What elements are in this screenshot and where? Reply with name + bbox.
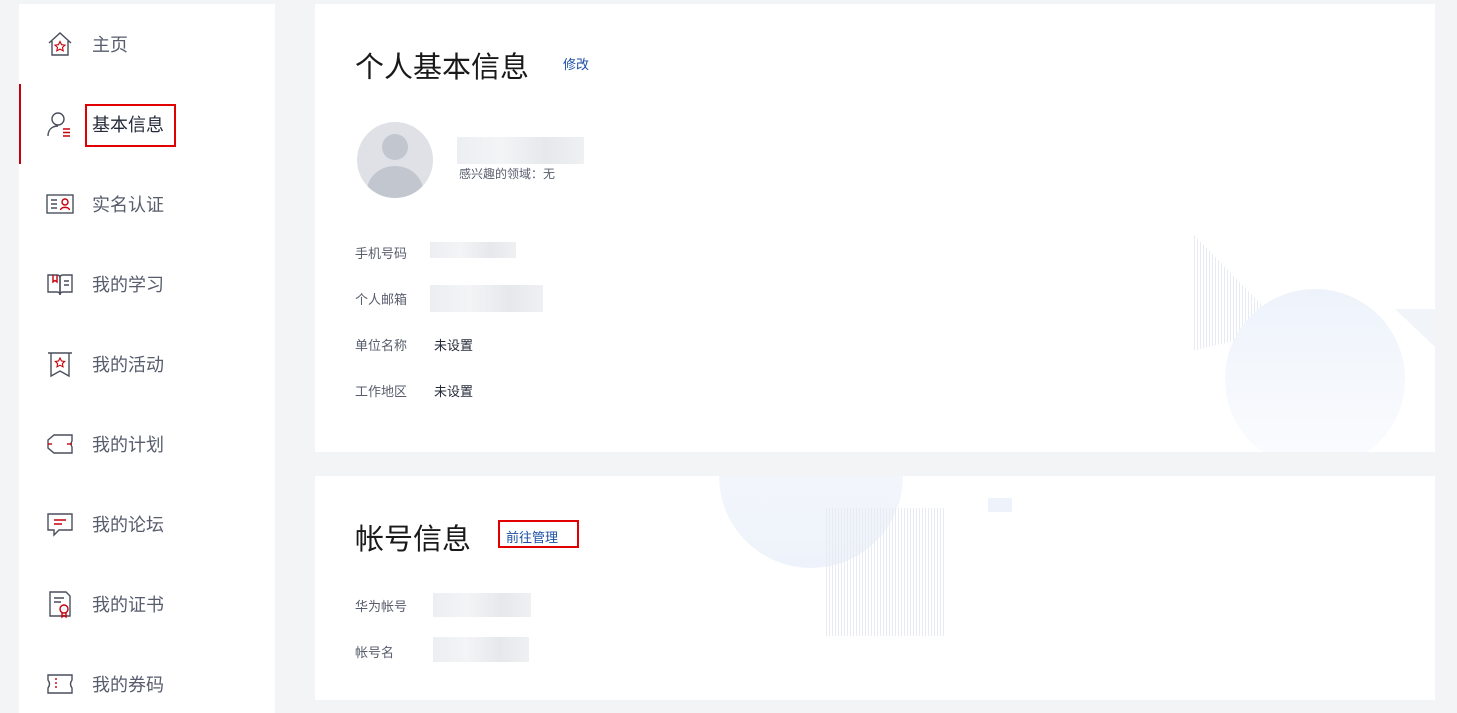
sidebar-item-label: 我的活动 (92, 355, 164, 376)
certificate-icon (45, 589, 75, 619)
account-card: 帐号信息 前往管理 华为帐号 帐号名 (315, 476, 1435, 700)
chat-bubble-icon (45, 509, 75, 539)
coupon-icon (45, 669, 75, 699)
organization-value: 未设置 (434, 339, 474, 354)
user-profile-icon (45, 109, 75, 139)
sidebar-item-basic-info[interactable]: 基本信息 (19, 84, 275, 164)
decorative-background (1192, 233, 1435, 452)
sidebar-item-learning[interactable]: 我的学习 (19, 244, 275, 324)
sidebar-item-plans[interactable]: 我的计划 (19, 404, 275, 484)
sidebar-item-verification[interactable]: 实名认证 (19, 164, 275, 244)
decorative-background (719, 476, 1012, 636)
page-title: 个人基本信息 (355, 50, 530, 84)
ticket-plan-icon (45, 429, 75, 459)
sidebar-item-coupons[interactable]: 我的券码 (19, 644, 275, 713)
highlight-box (85, 104, 176, 147)
edit-link[interactable]: 修改 (563, 54, 589, 73)
organization-label: 单位名称 (355, 339, 408, 354)
sidebar-item-label: 主页 (92, 35, 128, 56)
huawei-account-value-redacted (433, 593, 531, 617)
sidebar-item-label: 实名认证 (92, 195, 164, 216)
email-label: 个人邮箱 (355, 293, 408, 308)
home-star-icon (45, 29, 75, 59)
sidebar-item-home[interactable]: 主页 (19, 4, 275, 84)
highlight-box (498, 520, 579, 548)
account-name-value-redacted (433, 637, 529, 662)
interest-label: 感兴趣的领域：无 (459, 167, 556, 181)
email-value-redacted (430, 285, 543, 312)
sidebar-item-label: 我的计划 (92, 435, 164, 456)
section-title: 帐号信息 (355, 522, 472, 556)
sidebar-item-forum[interactable]: 我的论坛 (19, 484, 275, 564)
sidebar-item-certificates[interactable]: 我的证书 (19, 564, 275, 644)
sidebar: 主页 基本信息 实名认证 我的学习 我的活动 我的计划 我的论坛 我的证书 我的… (19, 4, 275, 713)
work-region-label: 工作地区 (355, 385, 408, 400)
work-region-value: 未设置 (434, 385, 474, 400)
phone-label: 手机号码 (355, 247, 408, 262)
sidebar-item-label: 我的学习 (92, 275, 164, 296)
avatar[interactable] (357, 122, 433, 198)
open-book-icon (45, 269, 75, 299)
banner-star-icon (45, 349, 75, 379)
account-name-label: 帐号名 (355, 646, 395, 661)
username-redacted (457, 137, 584, 164)
sidebar-item-label: 我的论坛 (92, 515, 164, 536)
sidebar-item-label: 我的证书 (92, 595, 164, 616)
huawei-account-label: 华为帐号 (355, 600, 408, 615)
id-card-icon (45, 189, 75, 219)
phone-value-redacted (430, 242, 516, 258)
sidebar-item-label: 我的券码 (92, 675, 164, 696)
profile-card: 个人基本信息 修改 感兴趣的领域：无 手机号码 个人邮箱 单位名称 未设置 工作… (315, 4, 1435, 452)
sidebar-item-activities[interactable]: 我的活动 (19, 324, 275, 404)
